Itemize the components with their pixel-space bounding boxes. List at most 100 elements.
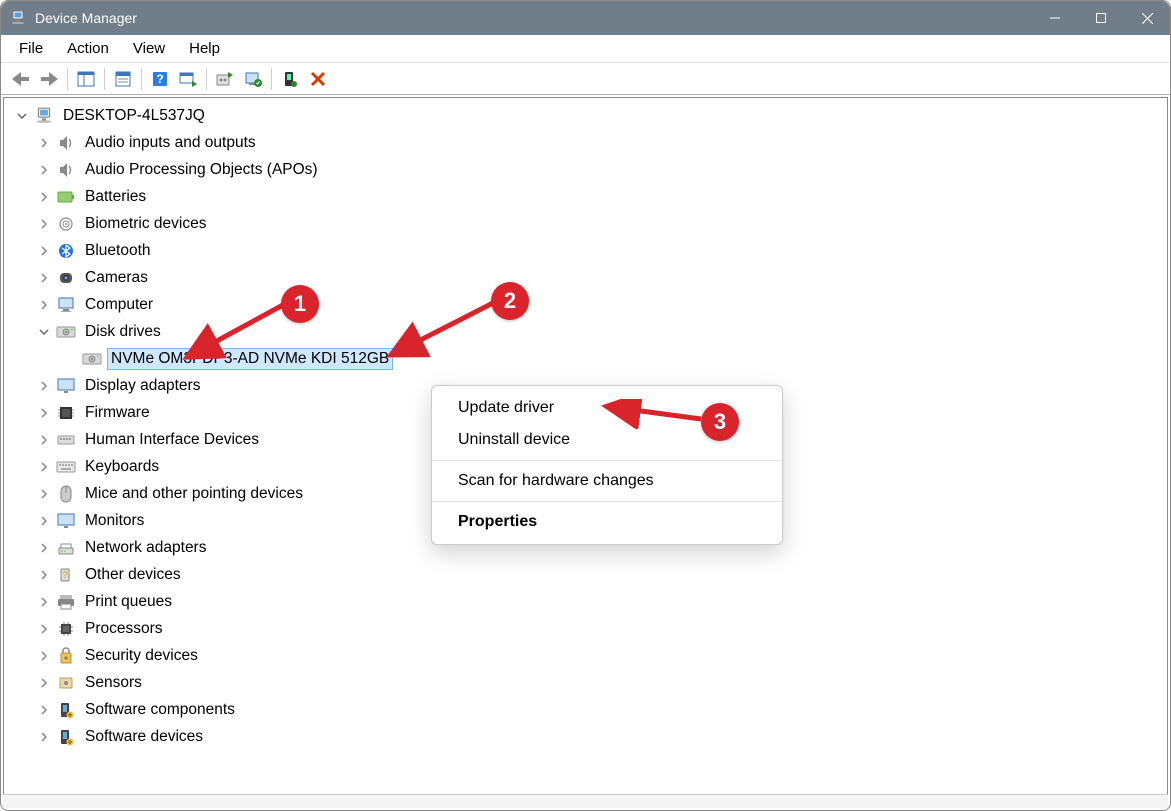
battery-icon [56, 187, 76, 207]
tree-category[interactable]: Cameras [4, 264, 1167, 291]
expand-icon[interactable] [36, 270, 52, 286]
maximize-button[interactable] [1078, 1, 1124, 35]
other-icon: ? [56, 565, 76, 585]
tree-category[interactable]: Bluetooth [4, 237, 1167, 264]
cm-separator [432, 460, 782, 461]
uninstall-button[interactable] [239, 66, 267, 92]
expand-icon[interactable] [36, 621, 52, 637]
expand-icon[interactable] [36, 594, 52, 610]
tree-root-label: DESKTOP-4L537JQ [60, 106, 208, 126]
scan-hardware-button[interactable] [174, 66, 202, 92]
expand-icon[interactable] [36, 459, 52, 475]
status-bar [3, 794, 1168, 808]
update-driver-button[interactable] [211, 66, 239, 92]
tree-category[interactable]: Security devices [4, 642, 1167, 669]
speaker-icon [56, 133, 76, 153]
show-hide-tree-button[interactable] [72, 66, 100, 92]
tree-category[interactable]: Software devices [4, 723, 1167, 750]
tree-category[interactable]: ? Other devices [4, 561, 1167, 588]
tree-category[interactable]: Audio Processing Objects (APOs) [4, 156, 1167, 183]
expand-icon[interactable] [36, 567, 52, 583]
tree-category[interactable]: Processors [4, 615, 1167, 642]
collapse-icon[interactable] [14, 108, 30, 124]
menu-help[interactable]: Help [177, 37, 232, 60]
tree-category-label: Sensors [82, 673, 145, 693]
tree-category-label: Biometric devices [82, 214, 209, 234]
hid-icon [56, 430, 76, 450]
forward-button[interactable] [35, 66, 63, 92]
tree-category-label: Software components [82, 700, 238, 720]
expand-icon[interactable] [36, 702, 52, 718]
tree-category[interactable]: Print queues [4, 588, 1167, 615]
tree-category[interactable]: Disk drives [4, 318, 1167, 345]
expand-icon[interactable] [36, 135, 52, 151]
expand-icon[interactable] [36, 405, 52, 421]
disable-button[interactable] [304, 66, 332, 92]
properties-button[interactable] [109, 66, 137, 92]
annotation-callout-1: 1 [281, 285, 319, 323]
tree-category-label: Computer [82, 295, 156, 315]
expand-icon[interactable] [36, 675, 52, 691]
tree-category-label: Processors [82, 619, 166, 639]
tree-category-label: Keyboards [82, 457, 162, 477]
expand-icon[interactable] [36, 648, 52, 664]
expand-icon[interactable] [36, 513, 52, 529]
disk-icon [82, 349, 102, 369]
tree-category-label: Mice and other pointing devices [82, 484, 306, 504]
help-button[interactable]: ? [146, 66, 174, 92]
expand-icon[interactable] [36, 216, 52, 232]
menu-file[interactable]: File [7, 37, 55, 60]
tree-category-label: Monitors [82, 511, 147, 531]
tree-device[interactable]: NVMe OM3PDP3-AD NVMe KDI 512GB [4, 345, 1167, 372]
expand-icon[interactable] [36, 540, 52, 556]
expand-icon[interactable] [36, 729, 52, 745]
printer-icon [56, 592, 76, 612]
tree-category-label: Human Interface Devices [82, 430, 262, 450]
annotation-callout-2: 2 [491, 282, 529, 320]
expand-icon[interactable] [36, 189, 52, 205]
tree-category-label: Firmware [82, 403, 153, 423]
tree-category-label: Bluetooth [82, 241, 154, 261]
menubar: File Action View Help [1, 35, 1170, 63]
expand-icon[interactable] [36, 432, 52, 448]
tree-category-label: Software devices [82, 727, 206, 747]
tree-category[interactable]: Batteries [4, 183, 1167, 210]
software-icon [56, 727, 76, 747]
titlebar: Device Manager [1, 1, 1170, 35]
cm-scan-hardware[interactable]: Scan for hardware changes [432, 465, 782, 497]
expand-icon[interactable] [36, 324, 52, 340]
back-button[interactable] [7, 66, 35, 92]
cpu-icon [56, 619, 76, 639]
camera-icon [56, 268, 76, 288]
tree-category-label: Cameras [82, 268, 151, 288]
menu-view[interactable]: View [121, 37, 177, 60]
menu-action[interactable]: Action [55, 37, 121, 60]
enable-button[interactable] [276, 66, 304, 92]
window-title: Device Manager [35, 10, 137, 26]
tree-category-label: Display adapters [82, 376, 203, 396]
tree-category[interactable]: Sensors [4, 669, 1167, 696]
tree-category-label: Other devices [82, 565, 184, 585]
tree-category-label: Network adapters [82, 538, 209, 558]
expand-icon[interactable] [36, 486, 52, 502]
expand-icon[interactable] [36, 378, 52, 394]
tree-category-label: Disk drives [82, 322, 164, 342]
tree-category[interactable]: Biometric devices [4, 210, 1167, 237]
expand-icon[interactable] [36, 162, 52, 178]
monitor-icon [56, 511, 76, 531]
tree-category[interactable]: Audio inputs and outputs [4, 129, 1167, 156]
biometric-icon [56, 214, 76, 234]
svg-text:?: ? [156, 72, 163, 86]
expand-icon[interactable] [36, 243, 52, 259]
minimize-button[interactable] [1032, 1, 1078, 35]
expand-icon[interactable] [36, 297, 52, 313]
close-button[interactable] [1124, 1, 1170, 35]
cm-properties[interactable]: Properties [432, 506, 782, 538]
speaker-icon [56, 160, 76, 180]
software-icon [56, 700, 76, 720]
tree-category[interactable]: Computer [4, 291, 1167, 318]
tree-category[interactable]: Software components [4, 696, 1167, 723]
mouse-icon [56, 484, 76, 504]
tree-category-label: Security devices [82, 646, 201, 666]
tree-root[interactable]: DESKTOP-4L537JQ [4, 102, 1167, 129]
